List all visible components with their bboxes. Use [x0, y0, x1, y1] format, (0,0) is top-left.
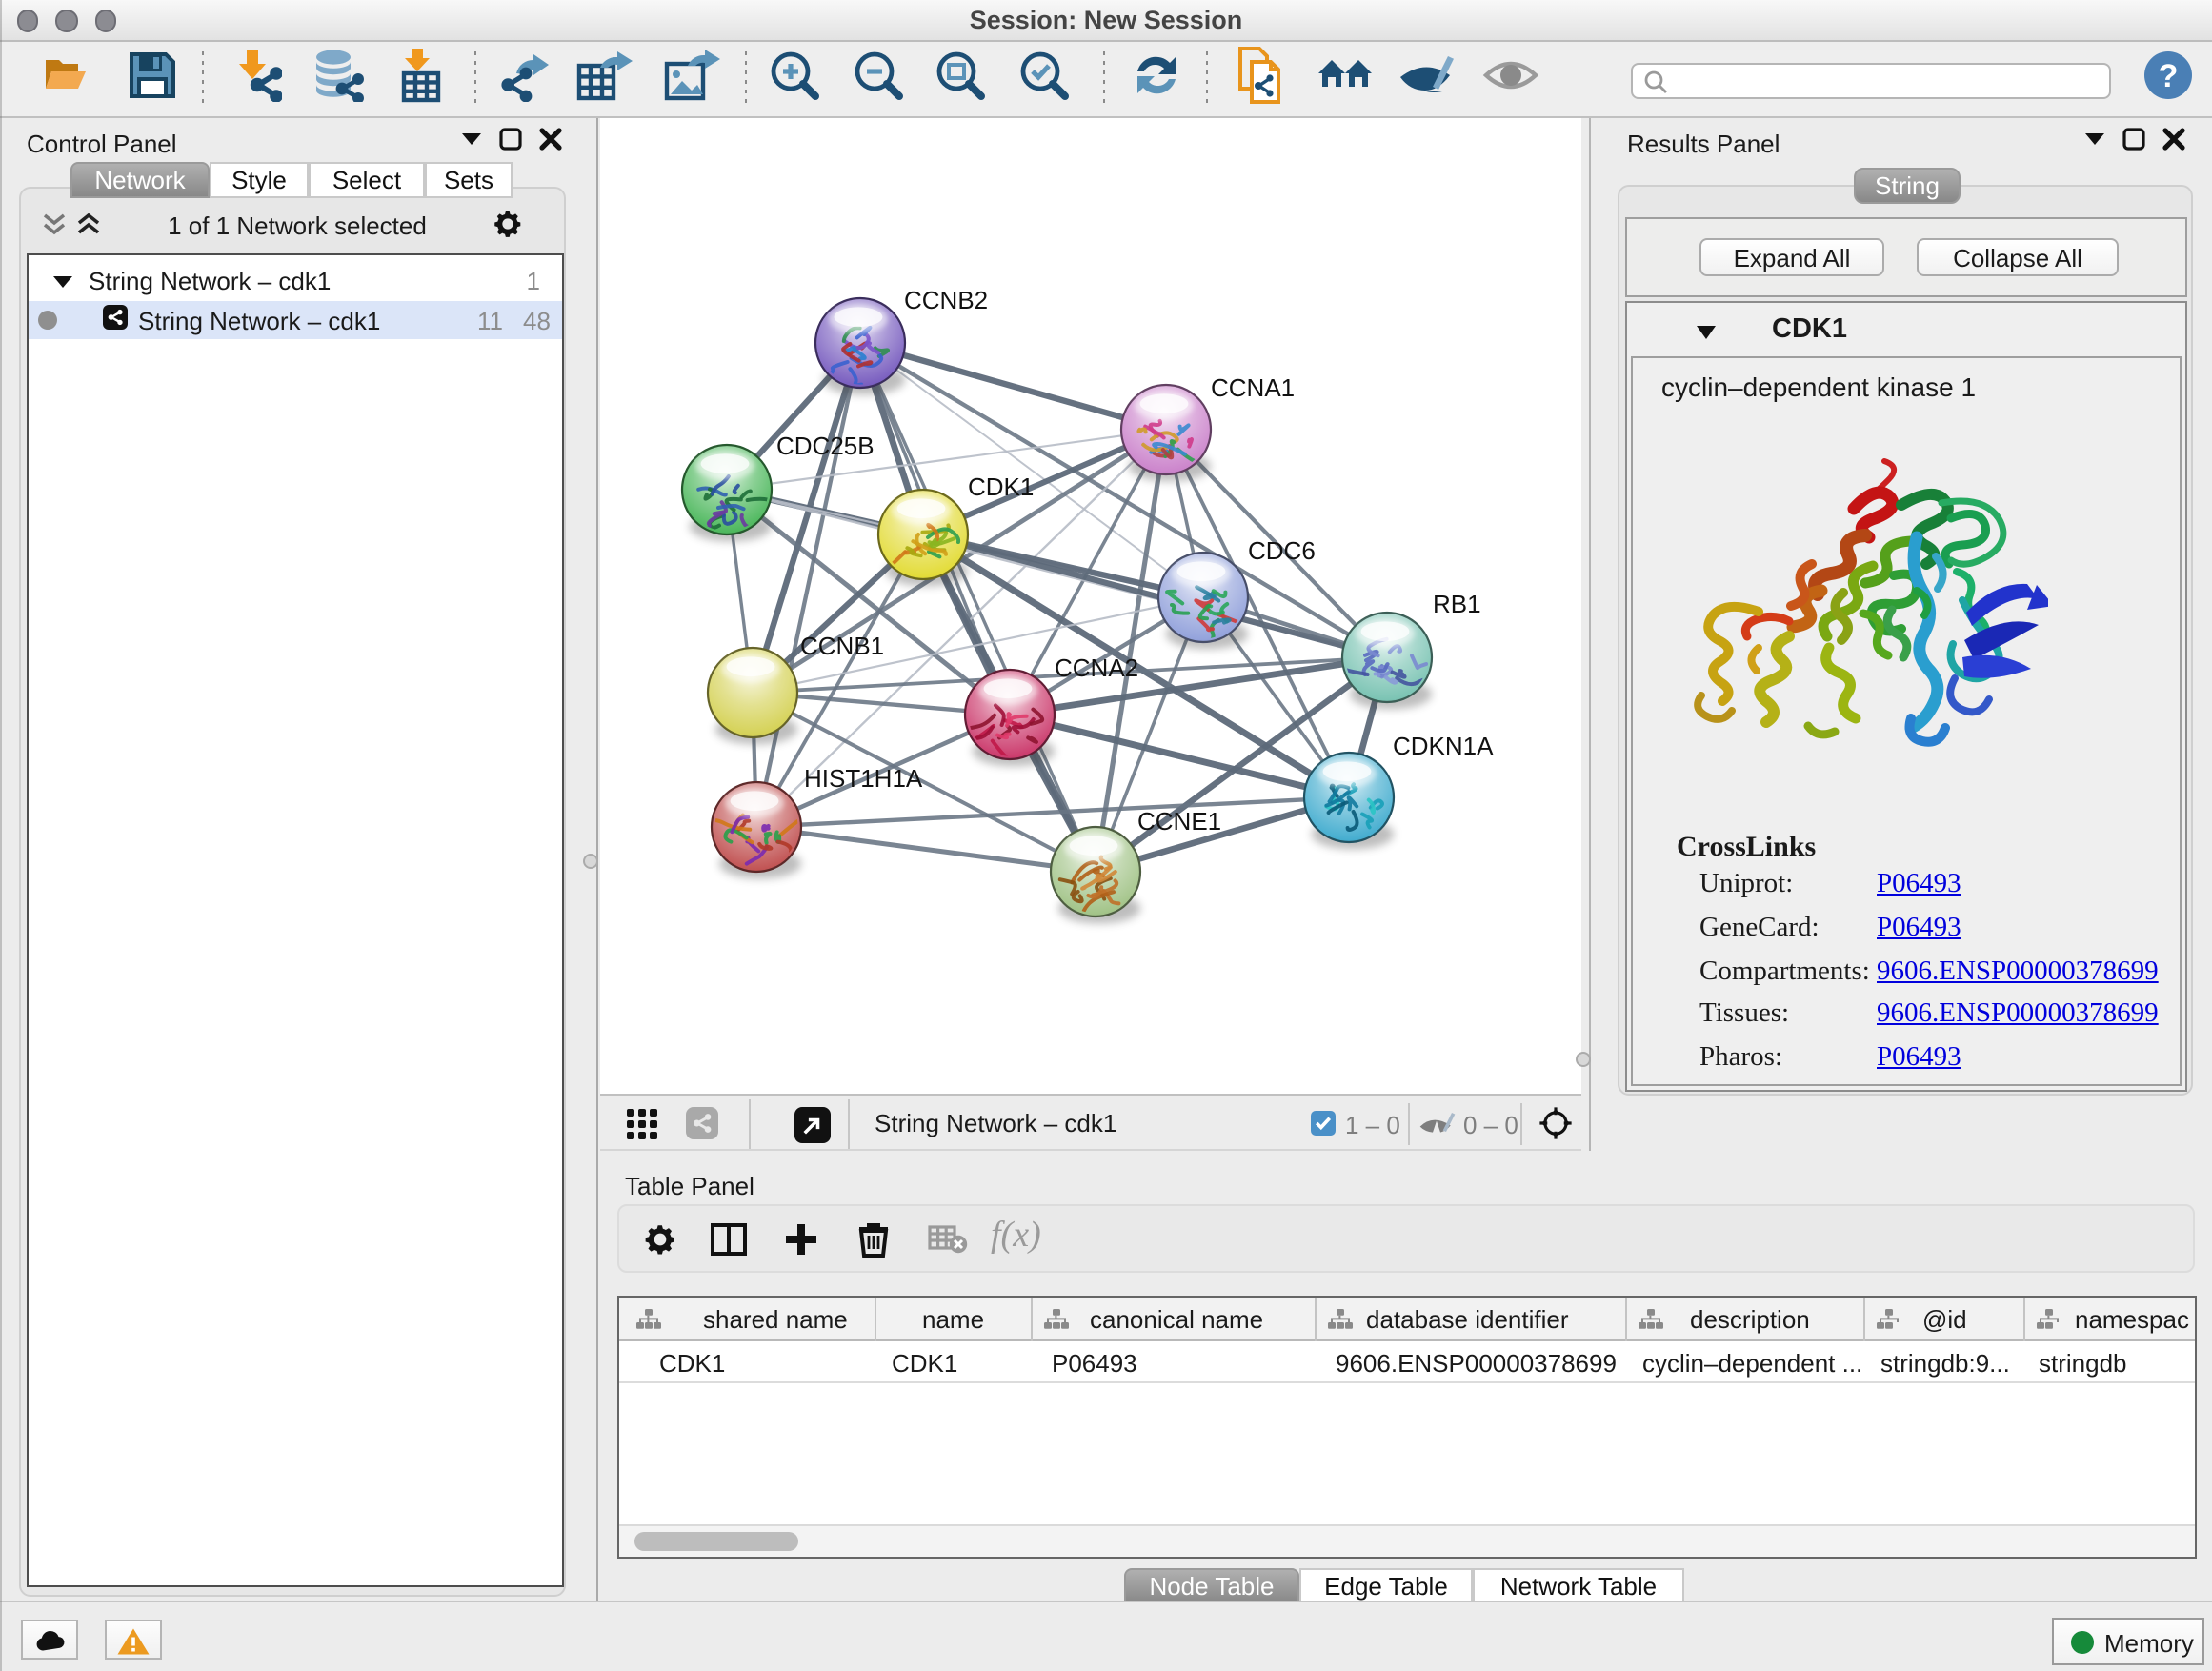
svg-text:CDC25B: CDC25B	[776, 432, 875, 460]
svg-text:CCNA2: CCNA2	[1055, 654, 1138, 682]
svg-text:CCNA1: CCNA1	[1211, 373, 1295, 402]
svg-text:CCNE1: CCNE1	[1137, 807, 1221, 836]
svg-text:RB1: RB1	[1433, 590, 1481, 618]
svg-text:HIST1H1A: HIST1H1A	[804, 764, 923, 793]
svg-text:CDC6: CDC6	[1248, 536, 1316, 565]
svg-text:CCNB2: CCNB2	[904, 286, 988, 314]
svg-text:CDKN1A: CDKN1A	[1393, 732, 1494, 760]
svg-text:?: ?	[2159, 58, 2179, 94]
svg-text:CCNB1: CCNB1	[800, 632, 884, 660]
svg-text:CDK1: CDK1	[968, 473, 1034, 501]
